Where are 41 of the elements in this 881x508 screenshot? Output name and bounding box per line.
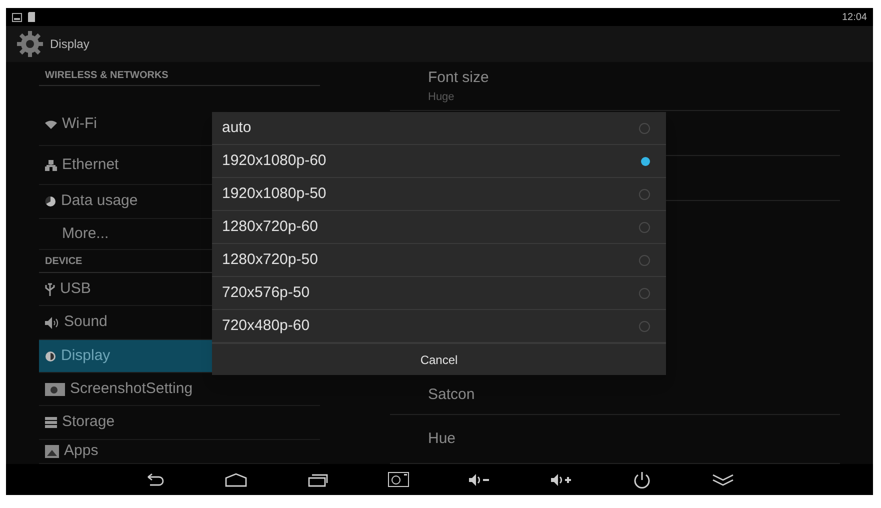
back-icon[interactable] — [145, 472, 165, 486]
section-header: DEVICE — [45, 255, 82, 269]
volume-up-icon[interactable] — [550, 472, 572, 486]
home-icon[interactable] — [225, 472, 247, 486]
recent-apps-icon[interactable] — [308, 472, 328, 486]
resolution-option[interactable]: 1920x1080p-60 — [212, 145, 666, 178]
radio-button[interactable] — [639, 254, 650, 266]
clock: 12:04 — [842, 10, 867, 24]
usb-icon — [45, 282, 55, 296]
radio-button[interactable] — [639, 188, 650, 200]
radio-button[interactable] — [641, 156, 650, 166]
brightness-icon — [45, 350, 56, 362]
resolution-option[interactable]: 1280x720p-60 — [212, 211, 666, 244]
power-icon[interactable] — [633, 470, 651, 488]
pie-chart-icon — [45, 196, 56, 207]
cancel-button[interactable]: Cancel — [212, 343, 666, 375]
speaker-icon — [45, 316, 59, 328]
wifi-icon — [45, 120, 57, 129]
picture-icon — [12, 12, 22, 22]
chevrons-down-icon[interactable] — [712, 472, 734, 486]
sd-card-icon — [28, 12, 35, 22]
radio-button[interactable] — [639, 320, 650, 332]
image-icon — [45, 445, 59, 458]
setting-row[interactable]: Satcon — [390, 377, 840, 415]
camera-icon — [45, 382, 65, 396]
resolution-option[interactable]: auto — [212, 112, 666, 145]
resolution-option[interactable]: 720x576p-50 — [212, 277, 666, 310]
setting-row[interactable]: Font size Huge — [390, 62, 840, 111]
resolution-option[interactable]: 1920x1080p-50 — [212, 178, 666, 211]
screen-title: Display — [50, 36, 90, 53]
storage-icon — [45, 417, 57, 428]
gear-icon — [16, 30, 44, 58]
camera-icon[interactable] — [388, 472, 409, 487]
settings-category[interactable]: Storage — [39, 406, 320, 440]
resolution-option[interactable]: 1280x720p-50 — [212, 244, 666, 277]
radio-button[interactable] — [639, 222, 650, 232]
section-header: WIRELESS & NETWORKS — [45, 69, 168, 83]
volume-down-icon[interactable] — [468, 472, 490, 486]
network-icon — [45, 160, 57, 170]
radio-button[interactable] — [639, 288, 650, 298]
radio-button[interactable] — [639, 122, 650, 134]
